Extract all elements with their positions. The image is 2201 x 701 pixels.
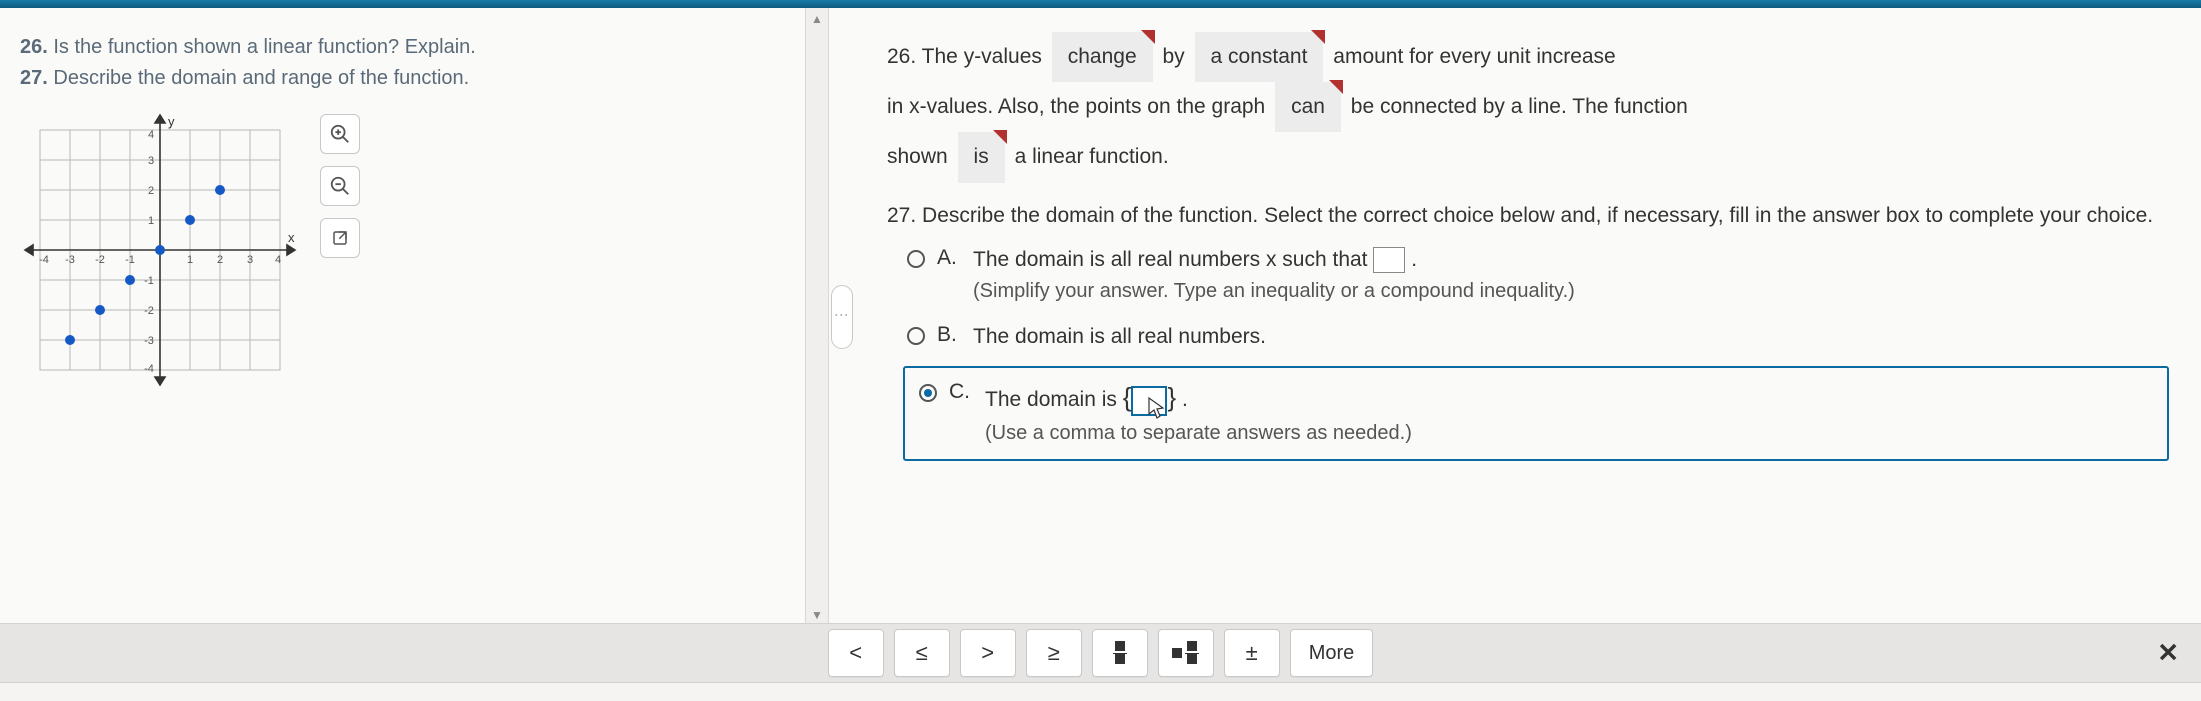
svg-text:4: 4 <box>148 129 154 141</box>
brace-right-icon: } <box>1167 382 1176 412</box>
svg-text:-4: -4 <box>39 254 49 266</box>
window-titlebar: Part 2 of 3 <box>0 0 2201 8</box>
svg-text:-1: -1 <box>144 275 154 287</box>
popout-button[interactable] <box>320 218 360 258</box>
blank-change[interactable]: change <box>1052 32 1153 82</box>
svg-text:-2: -2 <box>95 254 105 266</box>
key-ge[interactable]: ≥ <box>1026 629 1082 677</box>
q26-text: Is the function shown a linear function?… <box>53 36 475 58</box>
blank-can[interactable]: can <box>1275 82 1341 132</box>
math-toolbar: < ≤ > ≥ ± More ✕ <box>0 623 2201 683</box>
blank-is[interactable]: is <box>958 132 1005 182</box>
content-area: 26. Is the function shown a linear funct… <box>0 8 2201 626</box>
svg-text:2: 2 <box>148 185 154 197</box>
pane-resize-handle[interactable]: ⋮ <box>829 8 855 626</box>
zoom-out-button[interactable] <box>320 166 360 206</box>
svg-text:3: 3 <box>148 155 154 167</box>
scroll-up-icon[interactable]: ▲ <box>811 12 823 26</box>
q26-number: 26. <box>20 36 48 58</box>
answer-26-sentence: 26. The y-values change by a constant am… <box>887 32 2169 183</box>
choice-b[interactable]: B. The domain is all real numbers. <box>907 321 2169 353</box>
question-27: 27. Describe the domain and range of the… <box>20 67 785 90</box>
radio-a[interactable] <box>907 250 925 268</box>
left-scrollbar[interactable]: ▲ ▼ <box>805 8 829 626</box>
brace-left-icon: { <box>1123 382 1132 412</box>
axis-y-label: y <box>168 114 175 129</box>
key-mixed-fraction[interactable] <box>1158 629 1214 677</box>
svg-text:-3: -3 <box>144 335 154 347</box>
svg-text:-4: -4 <box>144 363 154 375</box>
scroll-down-icon[interactable]: ▼ <box>811 608 823 622</box>
choice-b-letter: B. <box>937 323 961 347</box>
close-toolbar-button[interactable]: ✕ <box>2157 638 2179 669</box>
q27-text: Describe the domain and range of the fun… <box>53 67 469 89</box>
q27-answer-number: 27. <box>887 204 916 227</box>
answer-27-prompt: 27. Describe the domain of the function.… <box>887 201 2169 230</box>
svg-text:4: 4 <box>275 254 281 266</box>
radio-b[interactable] <box>907 327 925 345</box>
svg-text:-2: -2 <box>144 305 154 317</box>
key-more[interactable]: More <box>1290 629 1374 677</box>
key-le[interactable]: ≤ <box>894 629 950 677</box>
key-gt[interactable]: > <box>960 629 1016 677</box>
cursor-icon <box>1147 396 1167 422</box>
svg-text:1: 1 <box>187 254 193 266</box>
q26-answer-number: 26. <box>887 45 916 68</box>
key-pm[interactable]: ± <box>1224 629 1280 677</box>
svg-text:1: 1 <box>148 215 154 227</box>
choice-a[interactable]: A. The domain is all real numbers x such… <box>907 244 2169 307</box>
key-fraction[interactable] <box>1092 629 1148 677</box>
problem-pane: 26. Is the function shown a linear funct… <box>0 8 805 626</box>
choice-c-input[interactable] <box>1131 386 1167 416</box>
zoom-in-button[interactable] <box>320 114 360 154</box>
choice-a-input[interactable] <box>1373 247 1405 273</box>
answer-pane: 26. The y-values change by a constant am… <box>855 8 2201 626</box>
axis-x-label: x <box>288 230 295 245</box>
radio-c[interactable] <box>919 384 937 402</box>
q27-number: 27. <box>20 67 48 89</box>
svg-text:-3: -3 <box>65 254 75 266</box>
question-26: 26. Is the function shown a linear funct… <box>20 36 785 59</box>
svg-text:3: 3 <box>247 254 253 266</box>
drag-dots-icon: ⋮ <box>831 285 853 349</box>
choice-a-letter: A. <box>937 246 961 270</box>
choice-c-letter: C. <box>949 380 973 404</box>
blank-constant[interactable]: a constant <box>1195 32 1324 82</box>
svg-text:2: 2 <box>217 254 223 266</box>
choice-c-selected[interactable]: C. The domain is { } . (Use a comma to s… <box>903 366 2169 461</box>
svg-text:-1: -1 <box>125 254 135 266</box>
graph-plot[interactable]: -3 -2 -1 1 2 3 4 -4 3 2 1 -1 -2 -3 4 -4 y x <box>20 110 300 410</box>
key-lt[interactable]: < <box>828 629 884 677</box>
